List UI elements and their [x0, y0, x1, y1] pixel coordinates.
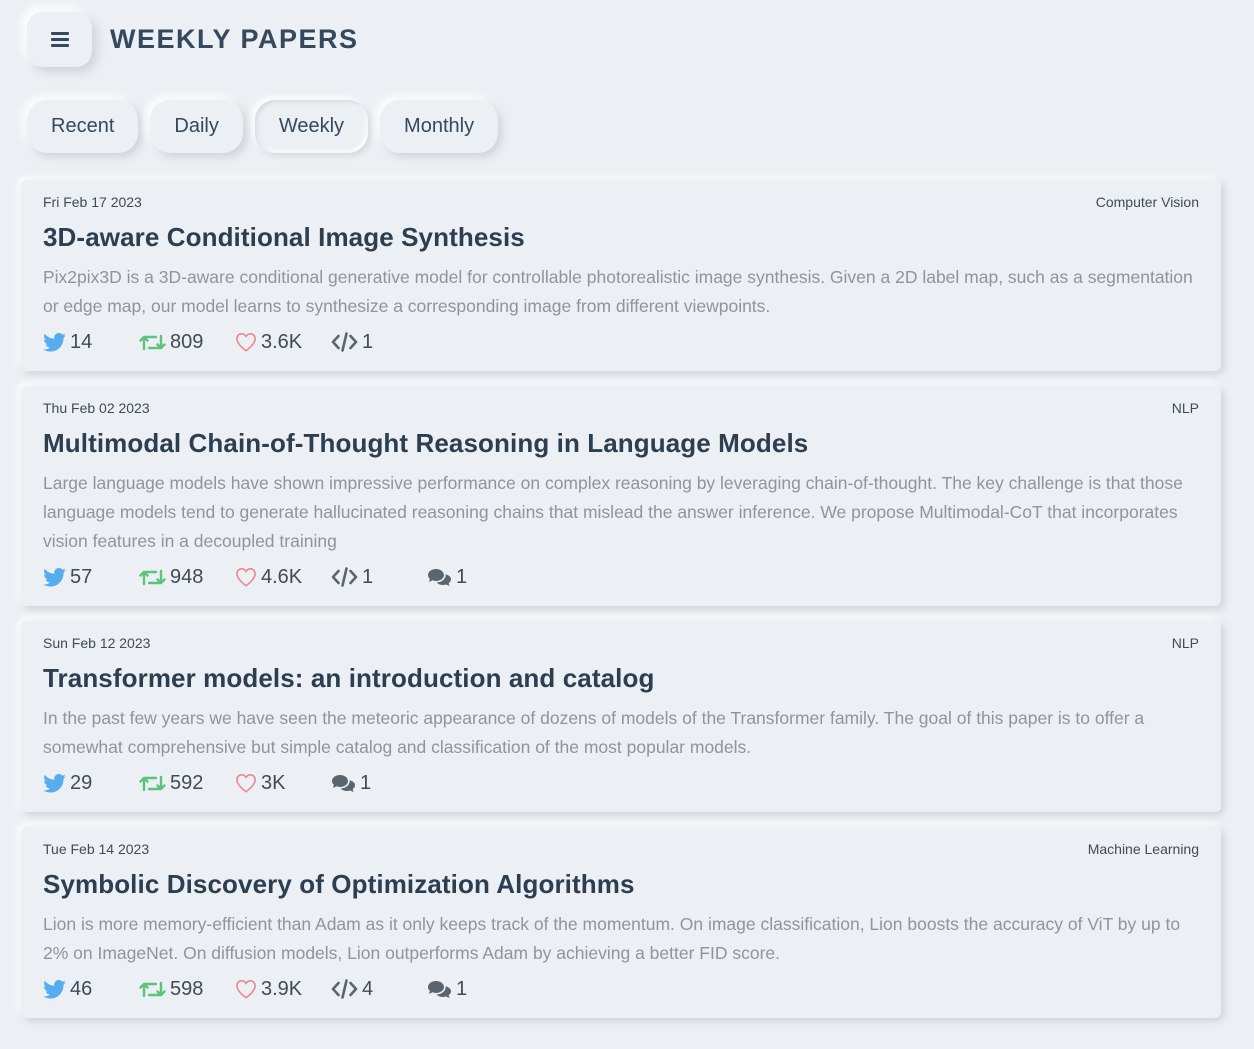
- heart-icon: [236, 332, 256, 352]
- paper-category[interactable]: Computer Vision: [1096, 194, 1199, 210]
- paper-title[interactable]: Transformer models: an introduction and …: [43, 663, 1199, 694]
- paper-title[interactable]: 3D-aware Conditional Image Synthesis: [43, 222, 1199, 253]
- tab-daily[interactable]: Daily: [150, 100, 243, 153]
- like-count[interactable]: 3.9K: [235, 978, 331, 1001]
- retweet-icon: [139, 569, 166, 585]
- page-title: WEEKLY PAPERS: [110, 24, 359, 54]
- tab-weekly[interactable]: Weekly: [254, 100, 369, 153]
- tweet-count[interactable]: 14: [43, 331, 139, 354]
- paper-abstract: Large language models have shown impress…: [43, 473, 1183, 551]
- period-tabs: Recent Daily Weekly Monthly: [27, 100, 499, 153]
- retweet-count[interactable]: 592: [139, 772, 235, 795]
- comment-count[interactable]: 1: [427, 566, 523, 589]
- twitter-icon: [43, 567, 66, 587]
- paper-category[interactable]: NLP: [1172, 635, 1199, 651]
- twitter-icon: [43, 979, 66, 999]
- retweet-icon: [139, 334, 166, 350]
- twitter-icon: [43, 332, 66, 352]
- tab-monthly[interactable]: Monthly: [380, 100, 499, 153]
- paper-abstract: In the past few years we have seen the m…: [43, 708, 1145, 757]
- tweet-count[interactable]: 29: [43, 772, 139, 795]
- code-icon: [331, 332, 358, 352]
- paper-card[interactable]: Thu Feb 02 2023 NLP Multimodal Chain-of-…: [21, 386, 1221, 606]
- paper-category[interactable]: NLP: [1172, 400, 1199, 416]
- retweet-count[interactable]: 809: [139, 331, 235, 354]
- paper-card[interactable]: Sun Feb 12 2023 NLP Transformer models: …: [21, 621, 1221, 812]
- menu-button[interactable]: [27, 12, 92, 67]
- tab-recent[interactable]: Recent: [27, 100, 139, 153]
- paper-title[interactable]: Multimodal Chain-of-Thought Reasoning in…: [43, 428, 1199, 459]
- paper-stats: 29 592 3K 1: [43, 770, 1199, 796]
- paper-list: Fri Feb 17 2023 Computer Vision 3D-aware…: [21, 180, 1221, 1033]
- retweet-icon: [139, 981, 166, 997]
- paper-stats: 57 948 4.6K 1 1: [43, 564, 1199, 590]
- paper-card[interactable]: Tue Feb 14 2023 Machine Learning Symboli…: [21, 827, 1221, 1018]
- paper-date: Fri Feb 17 2023: [43, 194, 142, 210]
- paper-title[interactable]: Symbolic Discovery of Optimization Algor…: [43, 869, 1199, 900]
- retweet-count[interactable]: 948: [139, 566, 235, 589]
- comments-icon: [428, 568, 451, 586]
- retweet-count[interactable]: 598: [139, 978, 235, 1001]
- comments-icon: [428, 980, 451, 998]
- paper-category[interactable]: Machine Learning: [1088, 841, 1199, 857]
- tweet-count[interactable]: 46: [43, 978, 139, 1001]
- hamburger-icon: [50, 32, 69, 47]
- comment-count[interactable]: 1: [427, 978, 523, 1001]
- like-count[interactable]: 4.6K: [235, 566, 331, 589]
- paper-abstract: Lion is more memory-efficient than Adam …: [43, 914, 1181, 963]
- paper-date: Thu Feb 02 2023: [43, 400, 150, 416]
- code-icon: [331, 567, 358, 587]
- paper-abstract: Pix2pix3D is a 3D-aware conditional gene…: [43, 267, 1193, 316]
- like-count[interactable]: 3.6K: [235, 331, 331, 354]
- paper-date: Tue Feb 14 2023: [43, 841, 150, 857]
- heart-icon: [236, 567, 256, 587]
- page-header: WEEKLY PAPERS: [27, 12, 359, 67]
- retweet-icon: [139, 775, 166, 791]
- twitter-icon: [43, 773, 66, 793]
- like-count[interactable]: 3K: [235, 772, 331, 795]
- code-count[interactable]: 1: [331, 331, 427, 354]
- comment-count[interactable]: 1: [331, 772, 427, 795]
- heart-icon: [236, 979, 256, 999]
- tweet-count[interactable]: 57: [43, 566, 139, 589]
- code-count[interactable]: 4: [331, 978, 427, 1001]
- paper-card[interactable]: Fri Feb 17 2023 Computer Vision 3D-aware…: [21, 180, 1221, 371]
- code-count[interactable]: 1: [331, 566, 427, 589]
- heart-icon: [236, 773, 256, 793]
- paper-stats: 46 598 3.9K 4 1: [43, 976, 1199, 1002]
- comments-icon: [332, 774, 355, 792]
- code-icon: [331, 979, 358, 999]
- paper-date: Sun Feb 12 2023: [43, 635, 151, 651]
- paper-stats: 14 809 3.6K 1: [43, 329, 1199, 355]
